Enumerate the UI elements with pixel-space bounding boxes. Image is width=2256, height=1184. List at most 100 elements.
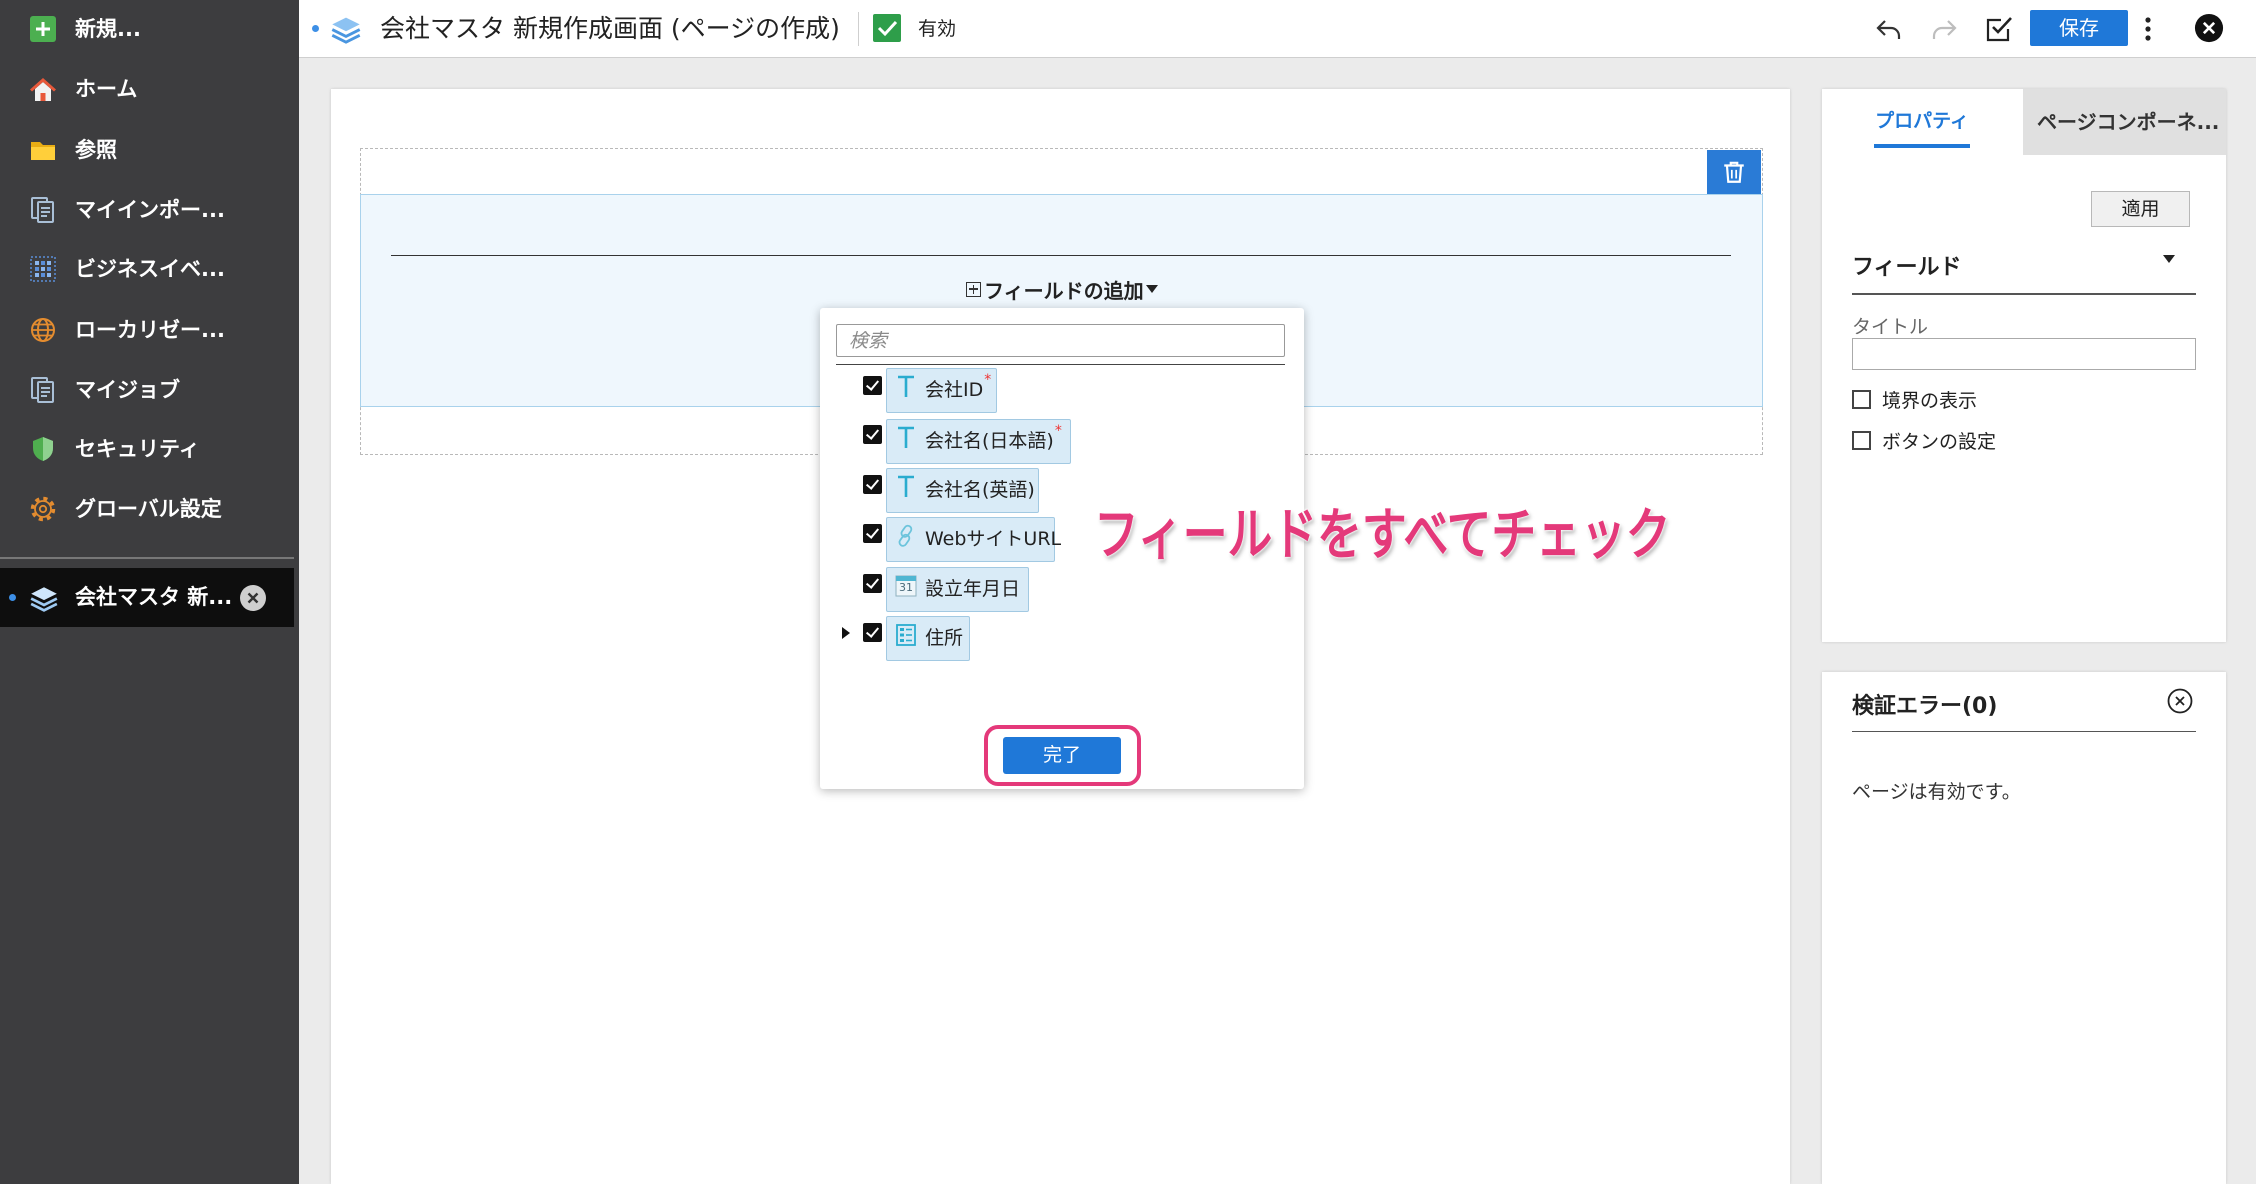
delete-component-button[interactable] [1707, 150, 1761, 194]
caret-down-icon[interactable] [2163, 255, 2175, 263]
annotation-highlight-box [984, 725, 1141, 786]
field-chip[interactable]: 会社名(英語) [886, 468, 1039, 513]
validate-check-icon[interactable] [1984, 14, 2014, 44]
field-checkbox[interactable] [863, 475, 882, 494]
text-field-icon [894, 374, 918, 400]
link-icon [894, 523, 918, 549]
sidebar-item-label: マイジョブ [75, 378, 180, 402]
sidebar-item-label: グローバル設定 [75, 497, 222, 521]
show-border-label: 境界の表示 [1882, 390, 1978, 412]
calendar-icon: 31 [894, 573, 918, 599]
shield-icon [29, 435, 57, 463]
tab-page-components[interactable]: ページコンポーネ... [2023, 89, 2226, 155]
validation-message: ページは有効です。 [1852, 781, 2021, 803]
title-field-label: タイトル [1852, 316, 1929, 338]
apply-button[interactable]: 適用 [2091, 191, 2190, 227]
expand-arrow-icon[interactable] [842, 627, 850, 639]
field-chip-label: 設立年月日 [925, 578, 1021, 600]
close-tab-icon[interactable] [240, 585, 266, 611]
sidebar-item-my-imports[interactable]: マイインポー... [0, 182, 294, 238]
field-chip[interactable]: 31 設立年月日 [886, 567, 1029, 612]
sidebar-item-label: 参照 [75, 138, 117, 162]
sidebar-item-label: ローカリゼー... [75, 318, 225, 342]
sidebar-item-my-jobs[interactable]: マイジョブ [0, 362, 294, 418]
section-title: フィールド [1852, 255, 1962, 280]
validation-title: 検証エラー(0) [1852, 694, 1998, 719]
active-dot [9, 594, 16, 601]
button-settings-label: ボタンの設定 [1882, 431, 1997, 453]
globe-icon [29, 316, 57, 344]
plus-box-icon [966, 281, 981, 297]
sidebar-item-home[interactable]: ホーム [0, 61, 294, 117]
field-chip-label: WebサイトURL [925, 528, 1062, 550]
field-chip-label: 会社ID* [925, 372, 992, 401]
layers-icon [29, 583, 59, 613]
sidebar-item-localization[interactable]: ローカリゼー... [0, 302, 294, 358]
field-checkbox[interactable] [863, 376, 882, 395]
calendar-day: 31 [899, 581, 913, 594]
sidebar-open-tab-label: 会社マスタ 新... [75, 585, 233, 609]
page-title: 会社マスタ 新規作成画面 (ページの作成) [380, 14, 840, 43]
enabled-label: 有効 [918, 18, 957, 40]
field-checkbox[interactable] [863, 524, 882, 543]
section-divider [391, 255, 1731, 256]
text-field-icon [894, 474, 918, 500]
sidebar-item-label: 新規... [75, 17, 141, 41]
annotation-callout: フィールドをすべてチェック [1094, 503, 1671, 568]
active-dot [312, 25, 319, 32]
field-chip[interactable]: 会社名(日本語)* [886, 419, 1071, 464]
header-separator [858, 12, 859, 46]
save-button[interactable]: 保存 [2030, 10, 2128, 46]
close-circle-icon[interactable] [2167, 688, 2193, 714]
sidebar-item-new[interactable]: 新規... [0, 1, 294, 57]
field-chip-label: 住所 [925, 627, 964, 649]
gear-icon [29, 495, 57, 523]
active-tab-indicator [1874, 144, 1970, 148]
field-chip[interactable]: 会社ID* [886, 368, 997, 413]
sidebar-divider [0, 557, 294, 559]
add-field-dropdown[interactable]: フィールドの追加 [966, 276, 1158, 303]
plus-icon [29, 15, 57, 43]
sidebar-item-security[interactable]: セキュリティ [0, 421, 294, 477]
close-icon[interactable] [2194, 13, 2226, 45]
layers-icon [330, 13, 362, 45]
field-search-input[interactable] [836, 324, 1285, 357]
field-checkbox[interactable] [863, 623, 882, 642]
required-mark: * [1054, 423, 1062, 439]
field-checkbox[interactable] [863, 574, 882, 593]
sidebar-item-label: マイインポー... [75, 198, 225, 222]
group-field-icon [894, 622, 918, 648]
search-divider [836, 364, 1285, 365]
field-chip[interactable]: WebサイトURL [886, 517, 1061, 562]
home-icon [29, 75, 57, 103]
business-grid-icon [29, 255, 57, 283]
field-chip-label: 会社名(英語) [925, 479, 1035, 501]
undo-icon[interactable] [1874, 14, 1904, 44]
redo-icon[interactable] [1929, 14, 1959, 44]
sidebar-item-label: セキュリティ [75, 437, 200, 461]
folder-icon [29, 136, 57, 164]
validation-panel [1822, 672, 2226, 1184]
title-input[interactable] [1852, 338, 2196, 370]
text-field-icon [894, 425, 918, 451]
more-vertical-icon[interactable] [2133, 14, 2163, 44]
field-chip[interactable]: 住所 [886, 616, 970, 661]
caret-down-icon [1145, 285, 1158, 293]
sidebar-open-tab[interactable]: 会社マスタ 新... [0, 568, 294, 627]
document-stack-icon [29, 376, 57, 404]
validation-underline [1852, 731, 2196, 732]
button-settings-checkbox[interactable] [1852, 431, 1871, 450]
tab-properties[interactable]: プロパティ [1862, 106, 1982, 133]
document-stack-icon [29, 196, 57, 224]
section-underline [1852, 293, 2196, 295]
show-border-checkbox[interactable] [1852, 390, 1871, 409]
enabled-checkbox[interactable] [873, 14, 901, 42]
sidebar-item-business-events[interactable]: ビジネスイベ... [0, 241, 294, 297]
sidebar-item-label: ビジネスイベ... [75, 257, 225, 281]
sidebar-item-browse[interactable]: 参照 [0, 122, 294, 178]
sidebar: 新規... ホーム 参照 マイインポー... ビジネスイベ... ローカリゼー.… [0, 0, 299, 1184]
field-checkbox[interactable] [863, 425, 882, 444]
field-chip-label: 会社名(日本語)* [925, 423, 1062, 452]
sidebar-item-global-settings[interactable]: グローバル設定 [0, 481, 294, 537]
sidebar-item-label: ホーム [75, 77, 138, 101]
